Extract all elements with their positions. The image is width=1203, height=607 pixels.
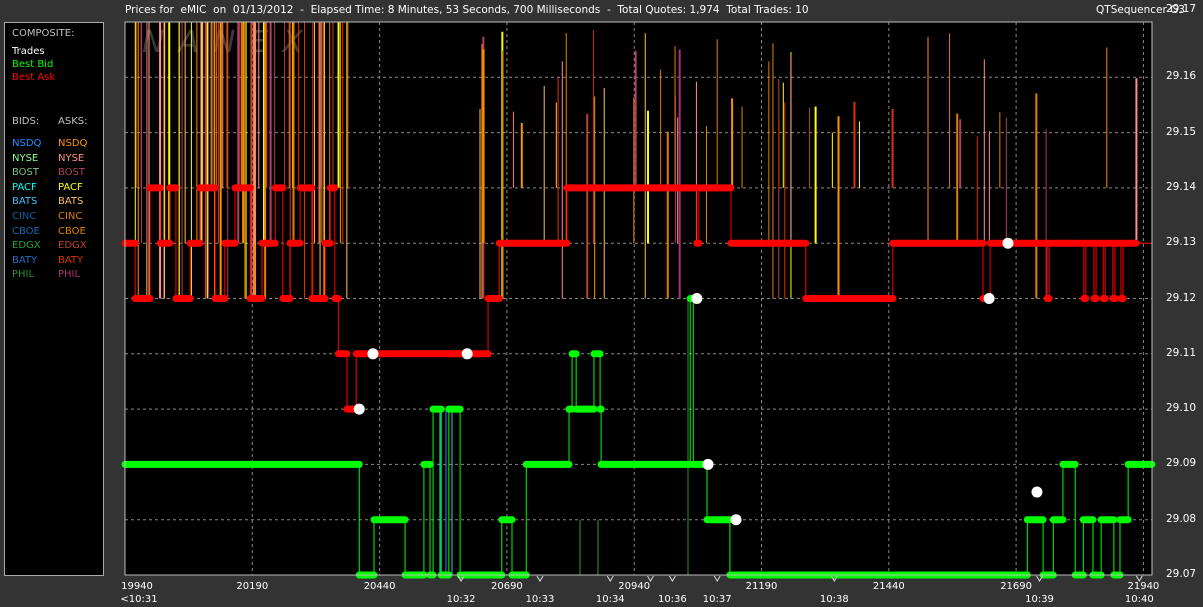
trade-point xyxy=(730,514,742,526)
x-tick-label: 20940 xyxy=(618,581,651,592)
trade-point xyxy=(1031,486,1043,498)
time-marker-icon xyxy=(668,575,676,582)
y-tick-label: 29.10 xyxy=(1166,402,1197,415)
x-tick-label: 20690 xyxy=(490,581,523,592)
y-tick-label: 29.09 xyxy=(1166,457,1197,470)
time-label: 10:34 xyxy=(595,594,625,605)
y-tick-label: 29.12 xyxy=(1166,291,1197,304)
y-tick-label: 29.14 xyxy=(1166,180,1197,193)
time-label: 10:36 xyxy=(657,594,687,605)
price-chart: NANEX xyxy=(121,21,1156,582)
trade-point xyxy=(367,348,379,360)
trade-point xyxy=(702,458,714,470)
trade-point xyxy=(461,348,473,360)
x-tick-label: 20440 xyxy=(363,581,396,592)
y-tick-label: 29.15 xyxy=(1166,125,1197,138)
x-tick-label: 21940 xyxy=(1127,581,1160,592)
time-label: 10:40 xyxy=(1124,594,1154,605)
y-tick-label: 29.17 xyxy=(1166,3,1197,15)
trade-point xyxy=(691,293,703,304)
y-tick-label: 29.07 xyxy=(1166,568,1197,580)
y-tick-label: 29.11 xyxy=(1166,346,1197,359)
time-label: 10:39 xyxy=(1025,594,1054,605)
trade-point xyxy=(353,403,365,415)
time-label: 10:33 xyxy=(525,594,555,605)
y-tick-label: 29.13 xyxy=(1166,236,1197,249)
time-label: <10:31 xyxy=(120,594,158,605)
y-tick-label: 29.16 xyxy=(1166,70,1197,83)
trade-point xyxy=(983,293,995,304)
time-marker-icon xyxy=(536,575,544,582)
time-marker-icon xyxy=(1036,575,1043,582)
time-marker-icon xyxy=(713,575,721,582)
x-tick-label: 21190 xyxy=(745,581,778,592)
trade-point xyxy=(1002,237,1014,249)
x-tick-label: 20190 xyxy=(236,581,269,592)
time-label: 10:32 xyxy=(446,594,476,605)
time-marker-icon xyxy=(606,575,614,582)
x-tick-label: 19940 xyxy=(121,581,153,592)
y-tick-label: 29.08 xyxy=(1166,512,1197,525)
time-label: 10:38 xyxy=(819,594,849,605)
x-tick-label: 21690 xyxy=(1000,581,1032,592)
x-tick-label: 21440 xyxy=(872,581,905,592)
time-label: 10:37 xyxy=(702,594,732,605)
